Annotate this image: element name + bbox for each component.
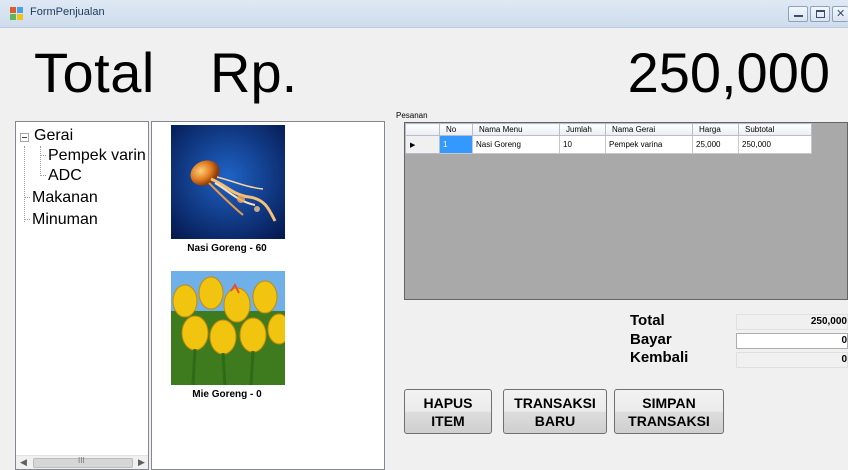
orders-table: No Nama Menu Jumlah Nama Gerai Harga Sub… [405,123,812,154]
tree-node-pempek-varina[interactable]: Pempek varin [48,147,146,165]
column-header-nama-gerai[interactable]: Nama Gerai [605,123,693,136]
cell-nama-gerai[interactable]: Pempek varina [605,135,693,154]
hapus-item-button[interactable]: HAPUS ITEM [404,389,492,434]
current-row-indicator-icon[interactable]: ▶ [405,135,440,154]
maximize-button[interactable] [810,6,830,22]
window-title: FormPenjualan [30,6,105,18]
menu-item-caption: Nasi Goreng - 60 [187,243,267,254]
cell-subtotal[interactable]: 250,000 [738,135,812,154]
maximize-icon [816,10,825,18]
summary-bayar-label: Bayar [630,331,672,348]
simpan-transaksi-button[interactable]: SIMPAN TRANSAKSI [614,389,724,434]
minimize-icon [794,15,803,17]
cell-harga[interactable]: 25,000 [692,135,739,154]
form-penjualan-window: FormPenjualan ✕ Total Rp. 250,000 Gerai … [0,0,848,470]
tree-horizontal-scrollbar[interactable]: ◀ III ▶ [16,455,148,469]
close-icon: ✕ [836,8,846,20]
menu-item-image[interactable] [171,271,285,385]
header-total-amount: 250,000 [627,41,830,104]
scroll-right-arrow-icon[interactable]: ▶ [138,457,145,468]
tree-node-gerai[interactable]: Gerai [34,127,73,145]
total-field: 250,000 [736,314,848,330]
title-bar[interactable]: FormPenjualan ✕ [0,0,848,28]
orders-data-grid[interactable]: No Nama Menu Jumlah Nama Gerai Harga Sub… [404,122,848,300]
tree-collapse-icon[interactable] [20,133,29,142]
tree-node-adc[interactable]: ADC [48,167,82,185]
cell-no[interactable]: 1 [439,135,473,154]
orders-header-row: No Nama Menu Jumlah Nama Gerai Harga Sub… [405,123,812,136]
menu-item-image[interactable] [171,125,285,239]
cell-jumlah[interactable]: 10 [559,135,606,154]
kembali-field: 0 [736,352,848,368]
bayar-input[interactable]: 0 [736,333,848,349]
transaksi-baru-button[interactable]: TRANSAKSI BARU [503,389,607,434]
summary-total-label: Total [630,312,665,329]
close-button[interactable]: ✕ [832,6,848,22]
row-header-corner [405,123,440,136]
header-currency-label: Rp. [210,41,298,104]
app-icon [10,7,24,21]
menu-item-caption: Mie Goreng - 0 [192,389,262,400]
scroll-thumb[interactable]: III [33,456,133,468]
table-row[interactable]: ▶ 1 Nasi Goreng 10 Pempek varina 25,000 … [405,135,812,154]
column-header-nama-menu[interactable]: Nama Menu [472,123,560,136]
tree-node-makanan[interactable]: Makanan [32,189,98,207]
column-header-no[interactable]: No [439,123,473,136]
summary-kembali-label: Kembali [630,349,689,366]
menu-image-panel: Nasi Goreng - 60 Mie Goreng - 0 [151,121,385,470]
column-header-jumlah[interactable]: Jumlah [559,123,606,136]
minimize-button[interactable] [788,6,808,22]
column-header-harga[interactable]: Harga [692,123,739,136]
gerai-tree-view[interactable]: Gerai Pempek varin ADC Makanan Minuman ◀… [15,121,149,470]
pesanan-label: Pesanan [396,111,428,120]
column-header-subtotal[interactable]: Subtotal [738,123,812,136]
tree-node-minuman[interactable]: Minuman [32,211,98,229]
header-total-label: Total [34,41,155,104]
scroll-left-arrow-icon[interactable]: ◀ [20,457,27,468]
cell-nama-menu[interactable]: Nasi Goreng [472,135,560,154]
